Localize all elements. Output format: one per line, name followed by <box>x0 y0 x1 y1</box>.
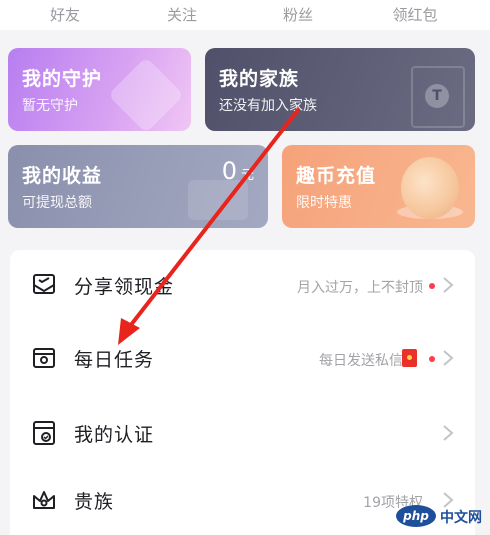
my-family-card[interactable]: T 我的家族 还没有加入家族 <box>205 48 475 131</box>
family-badge: T <box>425 84 449 108</box>
wallet-decoration-icon <box>188 180 248 220</box>
notification-dot <box>429 356 435 362</box>
chevron-right-icon <box>443 277 454 293</box>
card-subtitle: 还没有加入家族 <box>219 98 317 114</box>
tab-fans[interactable]: 粉丝 <box>268 4 328 25</box>
task-envelope-icon <box>33 348 55 368</box>
red-packet-icon <box>402 349 417 367</box>
crown-icon <box>33 491 55 509</box>
income-amount-unit: 元 <box>240 168 254 183</box>
tab-red-packet[interactable]: 领红包 <box>385 4 445 25</box>
card-subtitle: 限时特惠 <box>296 195 352 211</box>
menu-item-share-cash[interactable]: 分享领现金 月入过万，上不封顶 <box>10 250 475 320</box>
php-watermark: php 中文网 <box>396 503 482 529</box>
menu-item-hint: 每日发送私信 <box>319 353 403 369</box>
family-frame-icon: T <box>411 66 465 128</box>
card-subtitle: 暂无守护 <box>22 98 78 114</box>
menu-item-label: 每日任务 <box>74 349 155 371</box>
menu-item-hint: 月入过万，上不封顶 <box>297 280 423 296</box>
card-subtitle: 可提现总额 <box>22 195 92 211</box>
coin-icon <box>401 157 459 219</box>
card-title: 我的收益 <box>22 165 103 187</box>
menu-item-label: 分享领现金 <box>74 276 175 298</box>
menu-item-label: 我的认证 <box>74 424 155 446</box>
certificate-icon <box>33 421 55 445</box>
card-title: 我的家族 <box>219 68 300 90</box>
tab-following[interactable]: 关注 <box>152 4 212 25</box>
chevron-right-icon <box>443 350 454 366</box>
my-guard-card[interactable]: 我的守护 暂无守护 <box>8 48 191 131</box>
share-envelope-icon <box>33 274 55 294</box>
income-amount-value: 0 <box>221 157 237 185</box>
menu-item-label: 贵族 <box>74 491 115 513</box>
my-income-card[interactable]: 我的收益 可提现总额 0元 <box>8 145 268 228</box>
gem-decoration-icon <box>107 56 185 131</box>
menu-item-certification[interactable]: 我的认证 <box>10 398 475 468</box>
chevron-right-icon <box>443 425 454 441</box>
top-tab-bar: 好友 关注 粉丝 领红包 <box>0 0 490 30</box>
menu-item-daily-tasks[interactable]: 每日任务 每日发送私信 <box>10 323 475 393</box>
watermark-text: 中文网 <box>440 510 482 526</box>
card-title: 趣币充值 <box>296 165 377 187</box>
income-amount: 0元 <box>222 157 254 185</box>
card-title: 我的守护 <box>22 68 103 90</box>
menu-list: 分享领现金 月入过万，上不封顶 每日任务 每日发送私信 我的认证 贵族 19项特… <box>10 250 475 535</box>
php-logo: php <box>396 505 436 527</box>
notification-dot <box>429 283 435 289</box>
coin-recharge-card[interactable]: 趣币充值 限时特惠 <box>282 145 475 228</box>
tab-friends[interactable]: 好友 <box>35 4 95 25</box>
